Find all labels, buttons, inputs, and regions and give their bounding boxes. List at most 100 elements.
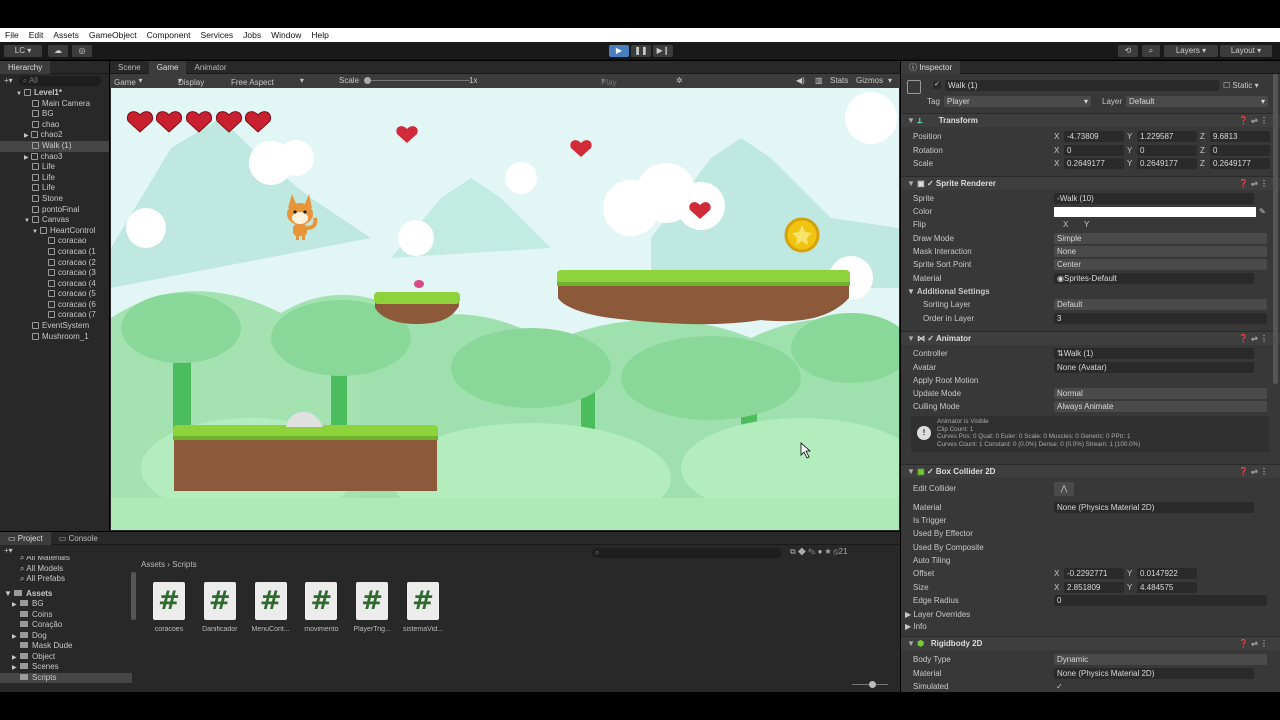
hierarchy-item[interactable]: Stone (0, 194, 109, 205)
folder-item[interactable]: Scripts (0, 672, 132, 683)
menu-file[interactable]: File (0, 30, 24, 40)
sprite-sort-point-dropdown[interactable]: Center (1054, 259, 1267, 270)
hierarchy-item[interactable]: ▼ Level1* (0, 88, 109, 99)
mask-interaction-dropdown[interactable]: None (1054, 246, 1267, 257)
project-add-icon[interactable]: +▾ (4, 546, 13, 555)
additional-settings-foldout[interactable]: ▼ Additional Settings (907, 286, 990, 298)
inspector-scrollbar[interactable] (1273, 74, 1278, 384)
size-y-field[interactable]: 4.484575 (1137, 581, 1197, 593)
rotation-z-field[interactable]: 0 (1210, 144, 1270, 156)
simulated-checkbox[interactable]: ✓ (1056, 681, 1063, 692)
update-mode-dropdown[interactable]: Normal (1054, 388, 1267, 399)
menu-window[interactable]: Window (266, 30, 306, 40)
scale-y-field[interactable]: 0.2649177 (1137, 158, 1197, 169)
transform-header[interactable]: ▼ ⟂ Transform ❓ ⇌ ⋮ (901, 113, 1280, 127)
foldout-arrow-icon[interactable]: ▼ (24, 218, 30, 224)
color-swatch[interactable] (1054, 207, 1256, 217)
layer-dropdown[interactable]: Default ▾ (1126, 96, 1268, 107)
hierarchy-item[interactable]: coracao (1 (0, 247, 109, 258)
script-asset[interactable]: # PlayerTrig... (347, 582, 397, 633)
flip-y-checkbox[interactable]: Y (1084, 219, 1089, 231)
rigidbody-material-field[interactable]: None (Physics Material 2D) (1054, 668, 1254, 679)
animator-header[interactable]: ▼ ⋈ ✓ Animator ❓ ⇌ ⋮ (901, 331, 1280, 345)
foldout-arrow-icon[interactable]: ▼ (16, 91, 22, 97)
layers-dropdown[interactable]: Layers ▾ (1164, 45, 1218, 57)
breadcrumb-assets[interactable]: Assets (141, 560, 165, 569)
bug-icon[interactable]: ✲ (676, 76, 683, 85)
controller-field[interactable]: ⇅Walk (1) (1054, 348, 1254, 359)
gizmos-button[interactable]: Gizmos (856, 76, 883, 85)
hierarchy-item[interactable]: ▶ chao2 (0, 130, 109, 141)
position-x-field[interactable]: -4.73809 (1064, 131, 1124, 142)
sorting-layer-dropdown[interactable]: Default (1054, 299, 1267, 310)
folder-item[interactable]: Mask Dude (0, 641, 132, 652)
foldout-arrow-icon[interactable]: ▶ (24, 133, 29, 139)
sprite-renderer-header[interactable]: ▼ ▣ ✓ Sprite Renderer ❓ ⇌ ⋮ (901, 176, 1280, 190)
collider-material-field[interactable]: None (Physics Material 2D) (1054, 502, 1254, 513)
hierarchy-item[interactable]: coracao (7 (0, 310, 109, 321)
hierarchy-item[interactable]: EventSystem (0, 321, 109, 332)
script-asset[interactable]: # MenuCont... (246, 582, 296, 633)
folder-item[interactable]: ▶ Scenes (0, 662, 132, 673)
box-collider-header[interactable]: ▼ ▣ ✓ Box Collider 2D ❓ ⇌ ⋮ (901, 464, 1280, 478)
material-field[interactable]: ◉Sprites-Default (1054, 273, 1254, 284)
gizmos-dropdown-icon[interactable]: ▾ (888, 76, 892, 85)
folder-tree-scrollbar[interactable] (131, 572, 136, 620)
edit-collider-button[interactable]: ⋀ (1054, 482, 1074, 496)
project-search-input[interactable]: ⌕ (592, 548, 782, 558)
game-viewport[interactable] (111, 88, 899, 530)
favorite-item[interactable]: ⌕ All Prefabs (20, 574, 132, 585)
folder-item[interactable]: Coins (0, 610, 132, 621)
foldout-arrow-icon[interactable]: ▼ (32, 229, 38, 235)
folder-item[interactable]: ▶ Dog (0, 631, 132, 642)
aspect-dropdown[interactable]: Free Aspect ▾ (231, 76, 304, 87)
position-z-field[interactable]: 9.6813 (1210, 131, 1270, 142)
favorite-item[interactable]: ⌕ All Materials (20, 556, 132, 564)
tab-game[interactable]: Game (148, 60, 187, 74)
add-icon[interactable]: +▾ (4, 76, 13, 85)
step-button[interactable]: ▶❙ (653, 45, 673, 57)
component-menu-icon[interactable]: ❓ ⇌ ⋮ (1239, 637, 1268, 651)
collab-icon[interactable]: ◎ (72, 45, 92, 57)
hierarchy-item[interactable]: Life (0, 162, 109, 173)
history-icon[interactable]: ⟲ (1118, 45, 1138, 57)
edge-radius-field[interactable]: 0 (1054, 595, 1267, 606)
flip-x-checkbox[interactable]: X (1063, 219, 1068, 231)
offset-x-field[interactable]: -0.2292771 (1064, 568, 1124, 579)
menu-component[interactable]: Component (142, 30, 196, 40)
script-asset[interactable]: # coracoes (144, 582, 194, 633)
sprite-field[interactable]: ◦Walk (10) (1054, 193, 1254, 204)
hierarchy-search-input[interactable]: ⌕ All (18, 75, 101, 86)
hierarchy-item[interactable]: coracao (2 (0, 258, 109, 269)
hierarchy-item[interactable]: Mushroom_1 (0, 332, 109, 343)
hierarchy-item[interactable]: ▼ HeartControl (0, 226, 109, 237)
tab-inspector[interactable]: ⓘ Inspector (901, 61, 961, 74)
offset-y-field[interactable]: 0.0147922 (1137, 568, 1197, 579)
menu-help[interactable]: Help (306, 30, 333, 40)
hierarchy-item[interactable]: coracao (6 (0, 300, 109, 311)
component-menu-icon[interactable]: ❓ ⇌ ⋮ (1239, 177, 1268, 191)
pause-button[interactable]: ❚❚ (631, 45, 651, 57)
body-type-dropdown[interactable]: Dynamic (1054, 654, 1267, 665)
hierarchy-item[interactable]: Life (0, 183, 109, 194)
script-asset[interactable]: # sistemaVid... (398, 582, 448, 633)
culling-mode-dropdown[interactable]: Always Animate (1054, 401, 1267, 412)
active-checkbox[interactable]: ✓ (933, 81, 941, 89)
script-asset[interactable]: # Danificador (195, 582, 245, 633)
folder-item[interactable]: ▶ Object (0, 652, 132, 663)
hierarchy-item[interactable]: ▶ chao3 (0, 152, 109, 163)
script-asset[interactable]: # movimento (296, 582, 346, 633)
tab-project[interactable]: ▭ Project (0, 531, 51, 545)
hierarchy-item[interactable]: ▼ Canvas (0, 215, 109, 226)
scale-z-field[interactable]: 0.2649177 (1210, 158, 1270, 169)
hierarchy-item[interactable]: coracao (5 (0, 289, 109, 300)
assets-root-folder[interactable]: ▼ Assets (0, 589, 132, 600)
search-icon[interactable]: ⌕ (1142, 45, 1160, 57)
position-y-field[interactable]: 1.229587 (1137, 131, 1197, 142)
project-toolbar-icons[interactable]: ⧉ ◆ ✎ ● ★ ⦸21 (790, 547, 848, 557)
eyedropper-icon[interactable]: ✎ (1259, 206, 1266, 218)
rigidbody-header[interactable]: ▼ ⬢ Rigidbody 2D ❓ ⇌ ⋮ (901, 636, 1280, 650)
menu-assets[interactable]: Assets (48, 30, 84, 40)
icon-size-slider-handle[interactable] (869, 681, 876, 688)
scale-slider-handle[interactable] (364, 77, 371, 84)
